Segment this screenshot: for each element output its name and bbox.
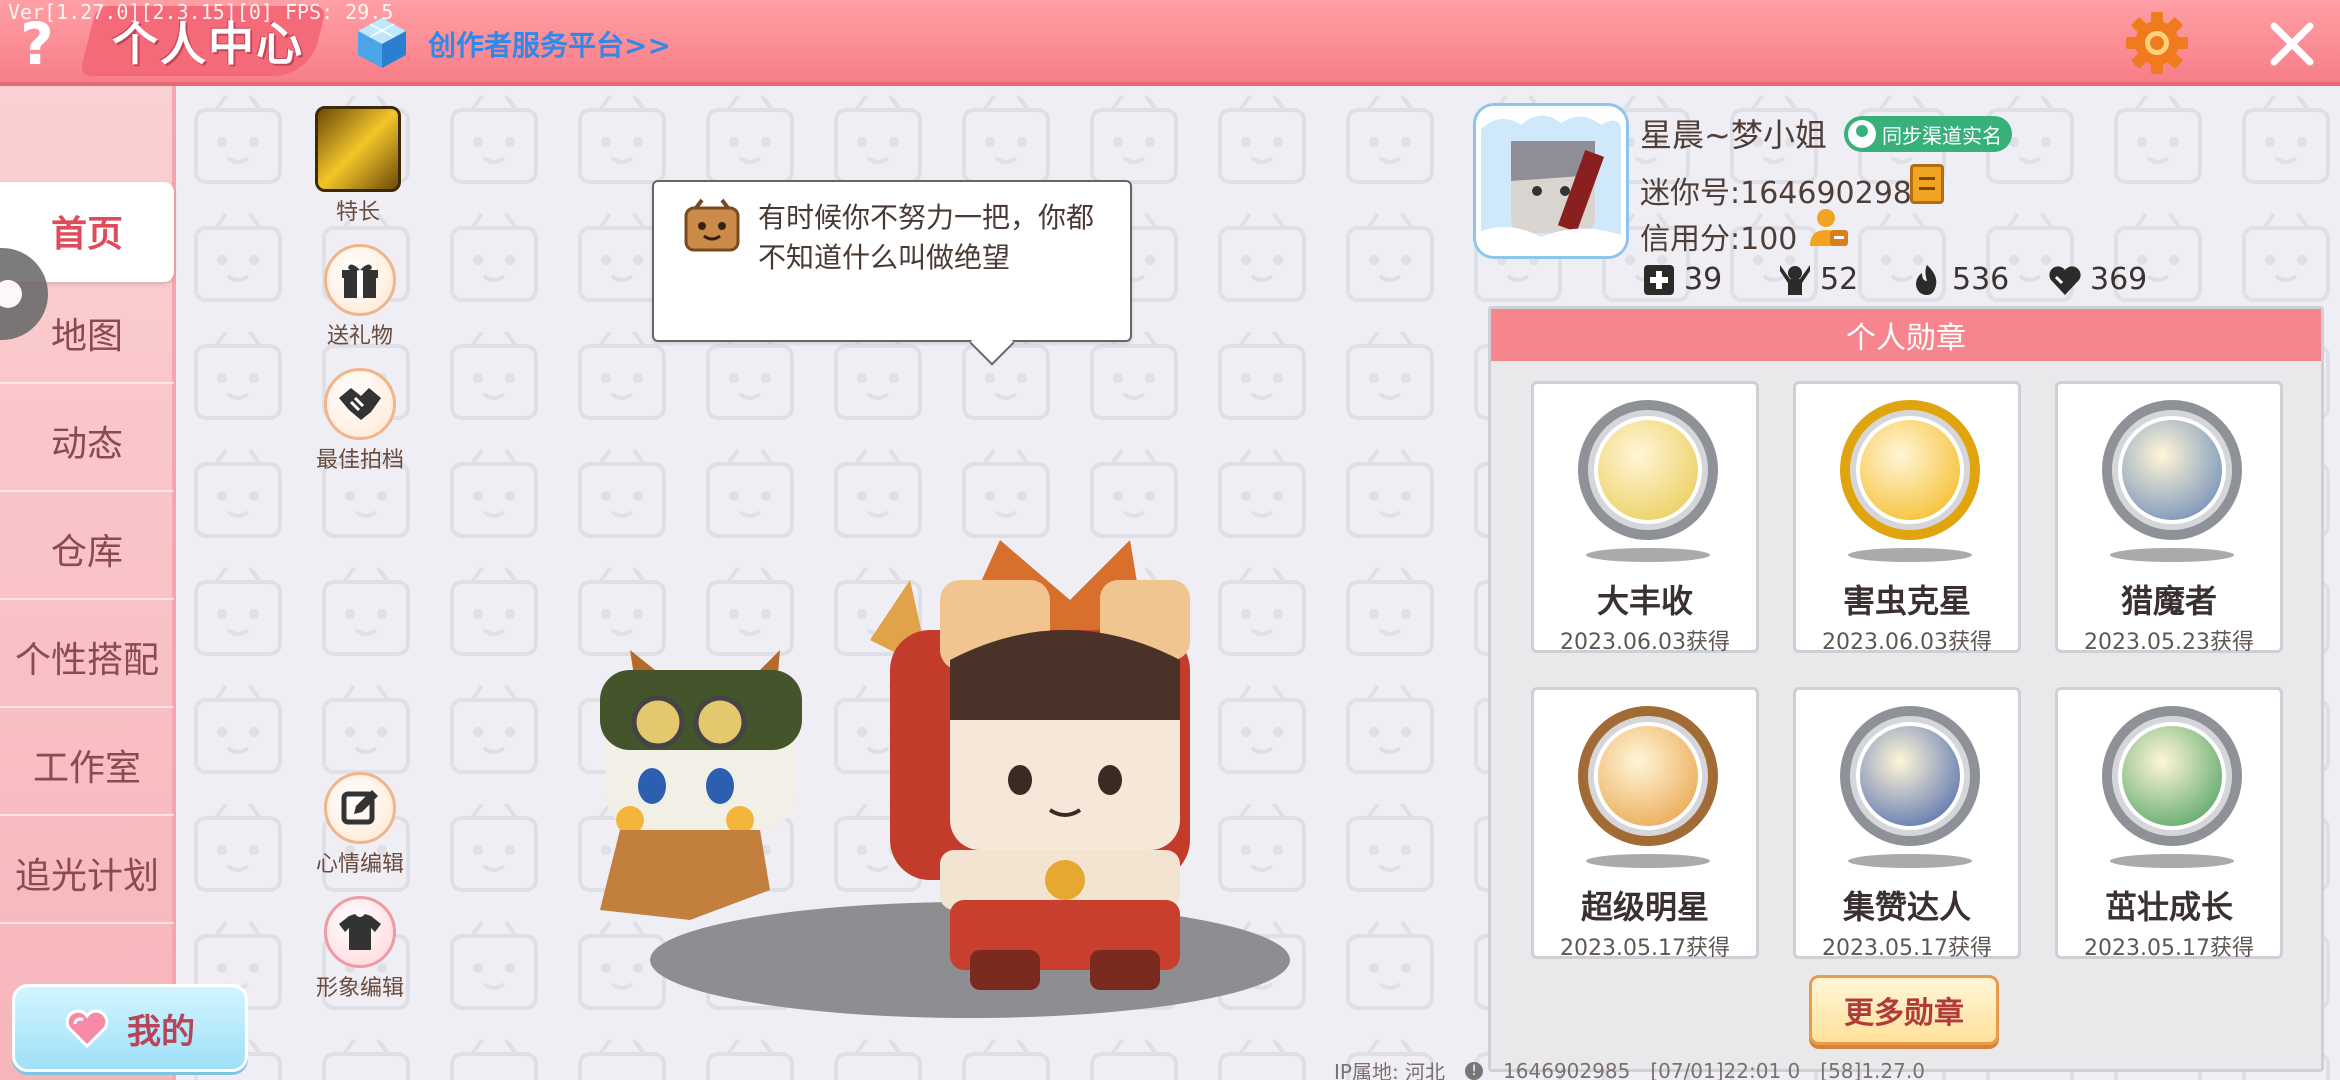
version-overlay: Ver[1.27.0][2.3.15][0] FPS: 29.5 (8, 0, 394, 24)
fans-icon (1780, 264, 1810, 295)
credit-score: 信用分:100 (1640, 222, 1798, 257)
avatar-3d-scene[interactable] (570, 520, 1290, 1040)
creator-platform-link[interactable]: 创作者服务平台>> (428, 24, 671, 64)
medal-badge-icon (2102, 400, 2242, 540)
stat-fans-value: 52 (1820, 262, 1859, 297)
fire-icon (1916, 264, 1937, 295)
mood-box-icon (684, 198, 740, 252)
info-icon[interactable]: ! (1465, 1061, 1484, 1080)
image-edit-label: 形象编辑 (315, 976, 404, 1001)
stat-likes[interactable]: 369 (2048, 262, 2147, 297)
close-icon[interactable] (2266, 18, 2318, 70)
medal-name: 茁壮成长 (2104, 888, 2233, 926)
medal-card[interactable]: 超级明星 2023.05.17获得 (1531, 687, 1759, 961)
sidebar-item-feed[interactable]: 动态 (0, 392, 174, 492)
realname-sync-badge[interactable]: 同步渠道实名 (1844, 116, 2012, 152)
mood-speech-bubble[interactable]: 有时候你不努力一把，你都不知道什么叫做绝望 (652, 180, 1132, 342)
medal-date: 2023.05.17获得 (1560, 936, 1730, 961)
mood-text: 有时候你不努力一把，你都不知道什么叫做绝望 (758, 201, 1095, 274)
medal-card[interactable]: 害虫克星 2023.06.03获得 (1793, 381, 2021, 655)
sidebar: 首页 地图 动态 仓库 个性搭配 工作室 追光计划 (0, 86, 176, 1080)
medal-card[interactable]: 茁壮成长 2023.05.17获得 (2055, 687, 2283, 961)
footer-info: IP属地: 河北 ! 1646902985 [07/01]22:01 0 [58… (1334, 1056, 1925, 1080)
credit-info-icon[interactable] (1808, 206, 1850, 248)
medal-badge-icon (1840, 400, 1980, 540)
footer-uid: 1646902985 (1503, 1058, 1631, 1080)
image-edit-button[interactable]: 形象编辑 (300, 896, 420, 1002)
medal-card[interactable]: 集赞达人 2023.05.17获得 (1793, 687, 2021, 961)
talent-icon (315, 106, 401, 192)
gift-icon (324, 244, 396, 316)
stat-fans[interactable]: 52 (1778, 262, 1858, 297)
medal-date: 2023.06.03获得 (1560, 630, 1730, 655)
medal-panel-title: 个人勋章 (1491, 309, 2321, 361)
medal-panel: 个人勋章 大丰收 2023.06.03获得 害虫克星 2023.06.03获得 … (1488, 306, 2324, 1072)
cube-icon[interactable] (356, 16, 408, 70)
mood-edit-label: 心情编辑 (315, 852, 404, 877)
footer-build: [58]1.27.0 (1820, 1058, 1925, 1080)
footer-time: [07/01]22:01 0 (1650, 1058, 1801, 1080)
talent-button[interactable]: 特长 (298, 106, 418, 226)
medal-date: 2023.06.03获得 (1822, 630, 1992, 655)
medal-badge-icon (2102, 706, 2242, 846)
sidebar-item-light-chase[interactable]: 追光计划 (0, 824, 174, 924)
partner-button[interactable]: 最佳拍档 (300, 368, 420, 474)
stat-popularity[interactable]: 536 (1910, 262, 2009, 297)
medal-name: 害虫克星 (1842, 582, 1971, 620)
pet-character (600, 650, 802, 920)
medal-badge-icon (1840, 706, 1980, 846)
heart-icon (2049, 265, 2081, 295)
outfit-icon (324, 896, 396, 968)
medal-badge-icon (1578, 706, 1718, 846)
medal-card[interactable]: 大丰收 2023.06.03获得 (1531, 381, 1759, 655)
medal-name: 大丰收 (1596, 582, 1693, 620)
avatar[interactable] (1476, 106, 1626, 256)
mini-id: 迷你号:1646902985 (1640, 176, 1931, 211)
partner-label: 最佳拍档 (315, 448, 404, 473)
add-friend-icon (1644, 264, 1674, 295)
sidebar-item-studio[interactable]: 工作室 (0, 716, 174, 816)
gear-icon[interactable] (2124, 10, 2190, 76)
user-icon (1848, 120, 1876, 148)
handshake-icon (324, 368, 396, 440)
sidebar-item-outfit[interactable]: 个性搭配 (0, 608, 174, 708)
copy-icon[interactable] (1910, 164, 1944, 204)
talent-label: 特长 (335, 200, 380, 225)
my-button[interactable]: 我的 (12, 984, 248, 1072)
mood-edit-button[interactable]: 心情编辑 (300, 772, 420, 878)
nickname: 星晨~梦小姐 (1640, 116, 1827, 154)
medal-name: 超级明星 (1580, 888, 1709, 926)
medal-name: 猎魔者 (2120, 582, 2217, 620)
stat-friends[interactable]: 39 (1642, 262, 1722, 297)
medal-date: 2023.05.17获得 (1822, 936, 1992, 961)
stat-likes-value: 369 (2090, 262, 2148, 297)
gift-button[interactable]: 送礼物 (300, 244, 420, 350)
medal-date: 2023.05.17获得 (2084, 936, 2254, 961)
ip-location: IP属地: 河北 (1334, 1060, 1446, 1080)
stat-popularity-value: 536 (1952, 262, 2010, 297)
medal-date: 2023.05.23获得 (2084, 630, 2254, 655)
stat-friends-value: 39 (1684, 262, 1723, 297)
medal-name: 集赞达人 (1842, 888, 1971, 926)
realname-sync-label: 同步渠道实名 (1882, 123, 2002, 148)
gift-label: 送礼物 (326, 324, 393, 349)
edit-icon (324, 772, 396, 844)
medal-badge-icon (1578, 400, 1718, 540)
heart-icon (65, 1009, 109, 1048)
medal-card[interactable]: 猎魔者 2023.05.23获得 (2055, 381, 2283, 655)
sidebar-item-warehouse[interactable]: 仓库 (0, 500, 174, 600)
my-button-label: 我的 (127, 1011, 195, 1052)
more-medals-button[interactable]: 更多勋章 (1809, 975, 1999, 1045)
